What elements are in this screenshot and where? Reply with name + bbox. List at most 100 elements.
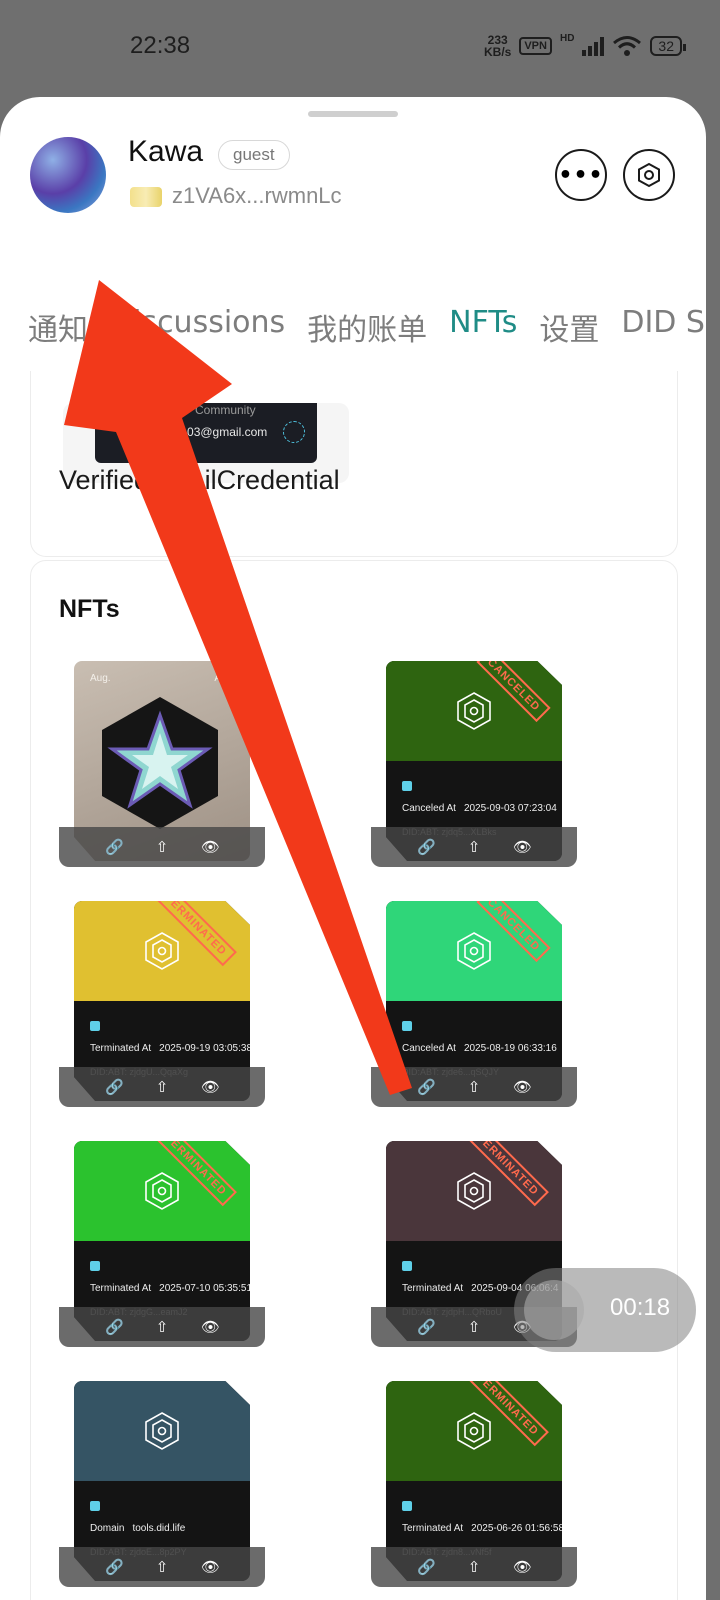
profile-sheet: Kawa guest z1VA6x...rwmnLc ••• 通知 Discus… [0, 97, 706, 1600]
nft-type-icon [402, 781, 412, 791]
link-icon[interactable]: 🔗 [417, 1558, 436, 1576]
nft-header: TERMINATED [74, 1141, 250, 1241]
nft-item[interactable]: CANCELEDCanceled At2025-09-03 07:23:04DI… [371, 661, 577, 867]
share-icon[interactable]: ⇧ [465, 1318, 483, 1336]
nft-action-bar: 🔗 ⇧ 👁 [59, 827, 265, 867]
role-badge: guest [218, 140, 290, 170]
nft-header: TERMINATED [386, 1381, 562, 1481]
nfts-heading: NFTs [59, 595, 120, 623]
nfts-card: NFTs Aug. AMA 🔗 ⇧ 👁 CANCELED Canceled At 2025-0… [30, 560, 678, 1600]
nft-status-value: 2025-09-03 07:23:04 [463, 803, 557, 814]
share-icon[interactable]: ⇧ [153, 1318, 171, 1336]
tab-did-spaces[interactable]: DID S [621, 305, 705, 349]
nft-header: CANCELED [386, 901, 562, 1001]
wallet-icon [130, 187, 162, 207]
share-icon[interactable]: ⇧ [465, 1558, 483, 1576]
nft-header: TERMINATED [386, 1141, 562, 1241]
view-eye-icon[interactable]: 👁 [201, 838, 220, 856]
nft-action-bar: 🔗 ⇧ 👁 [371, 1547, 577, 1587]
hexagon-logo-icon [457, 1172, 491, 1210]
nft-item[interactable]: CANCELEDCanceled At2025-08-19 06:33:16DI… [371, 901, 577, 1107]
star-badge-icon [102, 697, 218, 829]
credential-email: aolin103@gmail.com [155, 425, 268, 439]
nft-status-label: Terminated At [90, 1283, 152, 1294]
link-icon[interactable]: 🔗 [105, 1318, 124, 1336]
nft-item[interactable]: TERMINATED Terminated At 2025-07-10 05:35:… [59, 1141, 265, 1347]
nft-status-label: Canceled At [402, 1043, 456, 1054]
link-icon[interactable]: 🔗 [417, 1318, 436, 1336]
tab-discussions[interactable]: Discussions [110, 305, 285, 349]
wifi-icon [613, 36, 642, 56]
more-icon: ••• [558, 162, 604, 188]
nft-status-value: tools.did.life [132, 1523, 186, 1534]
nft-item[interactable]: Aug. AMA 🔗 ⇧ 👁 [59, 661, 265, 867]
did-address[interactable]: z1VA6x...rwmnLc [172, 183, 342, 209]
tab-notifications[interactable]: 通知 [28, 305, 88, 349]
nft-type-icon [402, 1501, 412, 1511]
network-speed: 233 KB/s [484, 33, 512, 59]
view-eye-icon[interactable]: 👁 [513, 1078, 532, 1096]
credential-community: Community [195, 403, 256, 417]
nft-header: TERMINATED [74, 901, 250, 1001]
credential-title: VerifiedEmailCredential [59, 465, 340, 495]
drag-handle[interactable] [308, 111, 398, 117]
more-button[interactable]: ••• [555, 149, 607, 201]
nft-action-bar: 🔗 ⇧ 👁 [371, 1067, 577, 1107]
link-icon[interactable]: 🔗 [417, 1078, 436, 1096]
link-icon[interactable]: 🔗 [417, 838, 436, 856]
share-icon[interactable]: ⇧ [153, 1078, 171, 1096]
hexagon-logo-icon [145, 1412, 179, 1450]
nft-ama-label: AMA [214, 673, 236, 684]
tab-bills[interactable]: 我的账单 [307, 305, 427, 349]
share-icon[interactable]: ⇧ [465, 1078, 483, 1096]
nft-header [74, 1381, 250, 1481]
nft-item[interactable]: Domaintools.did.lifeDID:ABT: zjdoE...8p2… [59, 1381, 265, 1587]
hexagon-logo-icon [457, 1412, 491, 1450]
link-icon[interactable]: 🔗 [105, 838, 124, 856]
view-eye-icon[interactable]: 👁 [513, 838, 532, 856]
view-eye-icon[interactable]: 👁 [513, 1558, 532, 1576]
nft-type-icon [402, 1261, 412, 1271]
nft-type-icon [90, 1021, 100, 1031]
nft-status-label: Terminated At [402, 1523, 464, 1534]
record-icon [524, 1280, 584, 1340]
view-eye-icon[interactable]: 👁 [201, 1318, 220, 1336]
avatar[interactable] [30, 137, 106, 213]
link-icon[interactable]: 🔗 [105, 1558, 124, 1576]
link-icon[interactable]: 🔗 [105, 1078, 124, 1096]
status-icons: 233 KB/s VPN HD 32 [484, 32, 686, 59]
nft-action-bar: 🔗 ⇧ 👁 [59, 1067, 265, 1107]
tab-nfts[interactable]: NFTs [449, 305, 517, 349]
nft-item[interactable]: TERMINATED Terminated At 2025-09-19 03:05:… [59, 901, 265, 1107]
vpn-icon: VPN [519, 37, 552, 55]
credential-card[interactable]: Community aolin103@gmail.com VerifiedEma… [30, 371, 678, 557]
nft-status-label: Domain [90, 1523, 125, 1534]
share-icon[interactable]: ⇧ [465, 838, 483, 856]
nft-status-value: 2025-09-19 03:05:38 [159, 1043, 250, 1054]
nft-header: CANCELED [386, 661, 562, 761]
nft-month-label: Aug. [90, 673, 111, 684]
status-bar: 22:38 233 KB/s VPN HD 32 [0, 0, 720, 96]
profile-name: Kawa [128, 135, 204, 168]
view-eye-icon[interactable]: 👁 [201, 1558, 220, 1576]
nft-item[interactable]: TERMINATED Terminated At 2025-06-26 01:56:… [371, 1381, 577, 1587]
nft-action-bar: 🔗 ⇧ 👁 [59, 1307, 265, 1347]
share-icon[interactable]: ⇧ [153, 1558, 171, 1576]
screen-recording-indicator[interactable]: 00:18 [514, 1268, 696, 1352]
hd-icon: HD [559, 32, 575, 44]
nft-status-label: Terminated At [90, 1043, 152, 1054]
settings-button[interactable] [623, 149, 675, 201]
credential-seal-icon [283, 421, 305, 443]
recording-time: 00:18 [610, 1294, 671, 1321]
nft-status-label: Terminated At [402, 1283, 464, 1294]
tab-settings[interactable]: 设置 [539, 305, 599, 349]
share-icon[interactable]: ⇧ [153, 838, 171, 856]
nft-status-value: 2025-08-19 06:33:16 [463, 1043, 557, 1054]
profile-tabs: 通知 Discussions 我的账单 NFTs 设置 DID S [28, 305, 705, 349]
nft-type-icon [90, 1261, 100, 1271]
nft-type-icon [402, 1021, 412, 1031]
view-eye-icon[interactable]: 👁 [201, 1078, 220, 1096]
nft-status-value: 2025-06-26 01:56:58 [471, 1523, 562, 1534]
hexagon-logo-icon [145, 932, 179, 970]
nft-type-icon [90, 1501, 100, 1511]
